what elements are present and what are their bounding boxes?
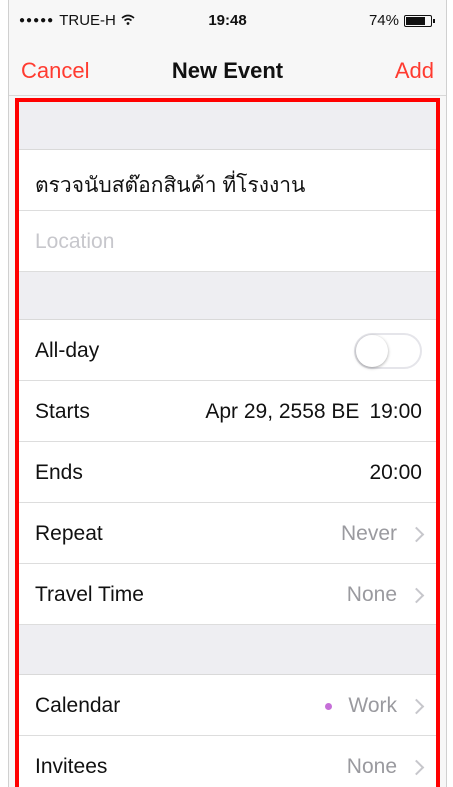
starts-value: Apr 29, 2558 BE 19:00	[205, 400, 422, 424]
battery-info: 74%	[368, 12, 435, 29]
chevron-right-icon	[408, 526, 425, 542]
section-spacer	[19, 272, 436, 320]
starts-time: 19:00	[369, 400, 422, 423]
event-title-text: ตรวจนับสต๊อกสินค้า ที่โรงงาน	[35, 174, 306, 197]
starts-label: Starts	[35, 400, 90, 423]
travel-time-value-group: None	[346, 583, 425, 607]
invitees-row[interactable]: Invitees None	[19, 736, 436, 787]
allday-row: All-day	[19, 320, 436, 381]
calendar-color-dot-icon	[325, 702, 338, 710]
page-title: New Event	[171, 58, 284, 83]
invitees-label: Invitees	[35, 755, 108, 778]
travel-time-label: Travel Time	[35, 583, 144, 606]
calendar-row[interactable]: Calendar Work	[19, 675, 436, 736]
starts-date: Apr 29, 2558 BE	[205, 400, 360, 423]
repeat-value-group: Never	[340, 522, 425, 546]
repeat-row[interactable]: Repeat Never	[19, 503, 436, 564]
chevron-right-icon	[408, 759, 425, 775]
travel-time-row[interactable]: Travel Time None	[19, 564, 436, 625]
status-bar: ●●●●● TRUE-H 19:48 74%	[9, 0, 446, 36]
repeat-value: Never	[340, 522, 397, 545]
toggle-knob	[356, 335, 388, 367]
travel-time-value: None	[346, 583, 397, 606]
chevron-right-icon	[408, 698, 425, 714]
battery-icon	[404, 14, 435, 27]
title-field[interactable]: ตรวจนับสต๊อกสินค้า ที่โรงงาน	[19, 150, 436, 211]
ends-value: 20:00	[369, 461, 422, 485]
calendar-label: Calendar	[35, 694, 121, 717]
section-spacer	[19, 625, 436, 675]
event-form: ตรวจนับสต๊อกสินค้า ที่โรงงาน Location Al…	[15, 98, 440, 787]
invitees-value: None	[346, 755, 397, 778]
navigation-bar: Cancel New Event Add	[9, 36, 446, 96]
allday-label: All-day	[35, 339, 100, 362]
section-spacer	[19, 102, 436, 150]
location-placeholder: Location	[35, 230, 115, 253]
location-field[interactable]: Location	[19, 211, 436, 272]
add-button[interactable]: Add	[395, 58, 434, 84]
calendar-value: Work	[348, 694, 397, 717]
ends-time: 20:00	[369, 461, 422, 484]
repeat-label: Repeat	[35, 522, 103, 545]
ends-row[interactable]: Ends 20:00	[19, 442, 436, 503]
invitees-value-group: None	[346, 755, 425, 779]
battery-percent: 74%	[368, 12, 399, 29]
ends-label: Ends	[35, 461, 83, 484]
allday-toggle[interactable]	[354, 333, 422, 369]
starts-row[interactable]: Starts Apr 29, 2558 BE 19:00	[19, 381, 436, 442]
phone-screen: ●●●●● TRUE-H 19:48 74% Cancel New Event …	[8, 0, 447, 787]
chevron-right-icon	[408, 587, 425, 603]
calendar-value-group: Work	[325, 694, 425, 718]
